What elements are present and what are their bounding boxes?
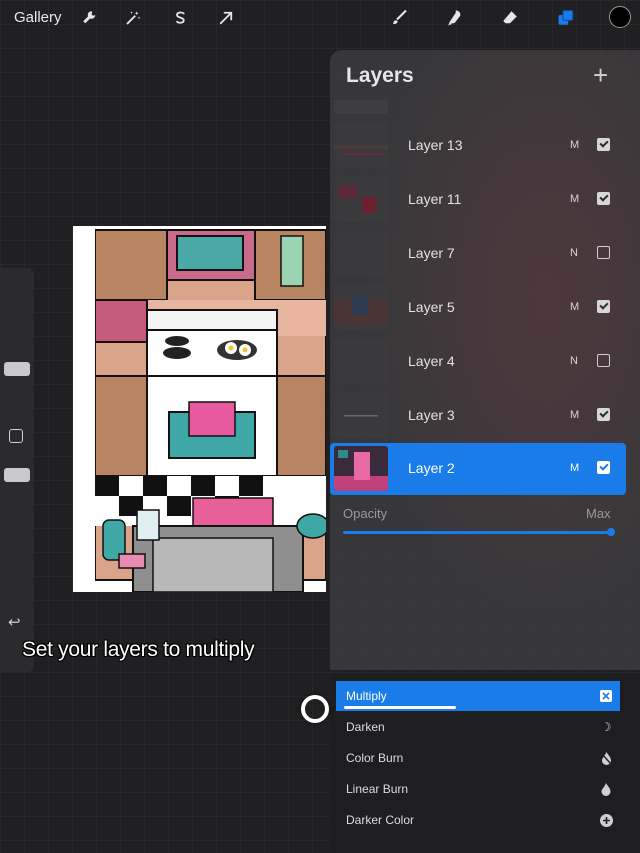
undo-icon[interactable]: ↩ [8,613,21,631]
burn-flame-icon [598,750,614,766]
modify-button[interactable] [9,429,23,443]
opacity-slider-thumb[interactable] [607,528,615,536]
layer-blend-mode[interactable]: N [570,355,578,367]
layer-row[interactable]: Layer 13 M [330,120,640,172]
layers-panel-title: Layers [346,64,414,87]
layer-thumbnail [334,285,388,330]
layer-thumbnail [334,393,388,438]
layer-name: Layer 2 [408,460,455,476]
opacity-slider-track[interactable] [343,531,610,534]
opacity-max-label: Max [586,506,611,521]
blend-mode-list: Multiply Darken ☽ Color Burn Linear Burn… [330,674,640,853]
blend-mode-label: Linear Burn [346,782,409,796]
brush-opacity-slider[interactable] [4,468,30,482]
plus-circle-icon [598,812,614,828]
layer-blend-mode[interactable]: N [570,247,578,259]
brush-icon[interactable] [388,6,412,30]
layer-visibility-checkbox[interactable] [597,461,610,474]
layer-visibility-checkbox[interactable] [597,138,610,151]
canvas-artwork[interactable] [73,226,326,592]
layer-blend-mode[interactable]: M [570,193,579,205]
layer-name: Layer 7 [408,245,455,261]
layer-thumbnail [334,231,388,276]
transform-arrow-icon[interactable] [214,6,238,30]
layer-visibility-checkbox[interactable] [597,192,610,205]
layer-visibility-checkbox[interactable] [597,300,610,313]
blend-mode-darken[interactable]: Darken ☽ [336,712,620,742]
layer-row[interactable]: Layer 11 M [330,174,640,226]
layer-visibility-checkbox[interactable] [597,246,610,259]
blend-mode-multiply[interactable]: Multiply [336,681,620,711]
layer-row[interactable]: Layer 3 M [330,390,640,442]
layer-name: Layer 5 [408,299,455,315]
layers-panel: Layers + Layer 13 M Layer 11 M Layer 7 N… [330,50,640,670]
layer-name: Layer 3 [408,407,455,423]
layer-row-partial[interactable] [334,100,388,114]
layer-row-selected[interactable]: Layer 2 M [330,443,626,495]
magic-wand-icon[interactable] [121,6,145,30]
left-sidebar: ↩ [0,268,34,672]
multiply-x-icon [598,688,614,704]
opacity-label: Opacity [343,506,388,521]
layer-row[interactable]: Layer 4 N [330,336,640,388]
top-toolbar: Gallery [0,0,640,36]
layer-thumbnail [334,339,388,384]
layer-thumbnail [334,123,388,168]
blend-mode-label: Multiply [346,689,387,703]
selection-s-icon[interactable] [168,6,192,30]
layer-blend-mode[interactable]: M [570,409,579,421]
layer-thumbnail [334,177,388,222]
layer-row[interactable]: Layer 7 N [330,228,640,280]
blend-mode-linear-burn[interactable]: Linear Burn [336,774,620,804]
color-picker-button[interactable] [609,6,631,28]
wrench-icon[interactable] [78,6,102,30]
brush-size-slider[interactable] [4,362,30,376]
layers-icon[interactable] [554,6,578,30]
layer-thumbnail [334,446,388,491]
layer-blend-mode[interactable]: M [570,462,579,474]
video-caption: Set your layers to multiply [22,638,255,661]
smudge-icon[interactable] [443,6,467,30]
layer-blend-mode[interactable]: M [570,139,579,151]
layer-row[interactable]: Layer 5 M [330,282,640,334]
layer-blend-mode[interactable]: M [570,301,579,313]
blend-mode-color-burn[interactable]: Color Burn [336,743,620,773]
gallery-button[interactable]: Gallery [14,9,62,26]
layer-visibility-checkbox[interactable] [597,408,610,421]
blend-mode-label: Darker Color [346,813,415,827]
blend-mode-label: Darken [346,720,385,734]
blend-mode-underline [344,706,456,709]
touch-indicator [301,695,329,723]
crescent-moon-icon: ☽ [600,720,612,734]
flame-icon [598,781,614,797]
layer-name: Layer 4 [408,353,455,369]
layer-visibility-checkbox[interactable] [597,354,610,367]
layer-name: Layer 11 [408,191,462,207]
eraser-icon[interactable] [498,6,522,30]
blend-mode-label: Color Burn [346,751,404,765]
add-layer-button[interactable]: + [593,60,608,91]
blend-mode-darker-color[interactable]: Darker Color [336,805,620,835]
layer-name: Layer 13 [408,137,463,153]
